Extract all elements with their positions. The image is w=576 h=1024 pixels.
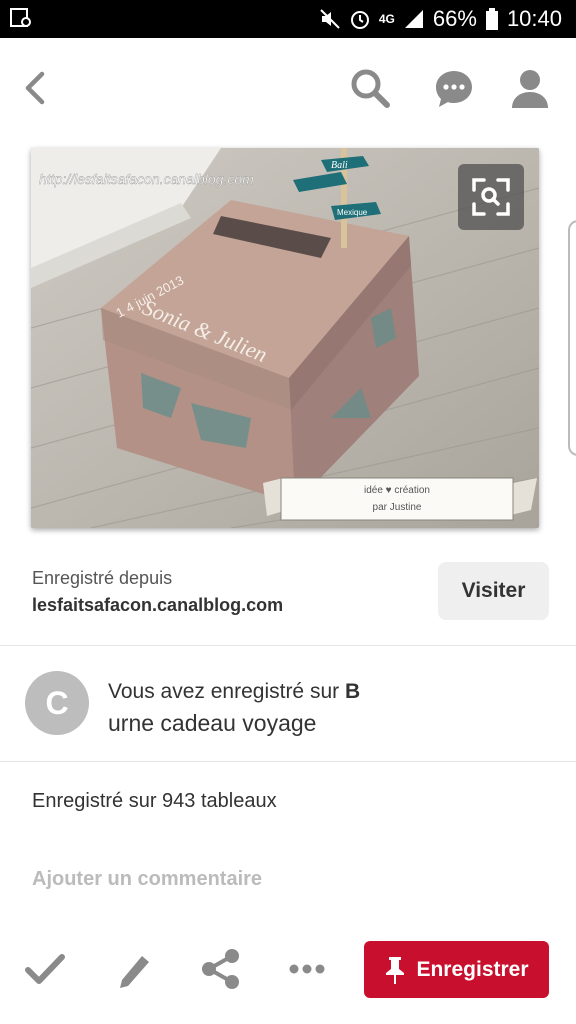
save-button-label: Enregistrer [416,957,529,981]
signal-icon [404,10,423,28]
visual-search-button[interactable] [458,164,524,230]
check-icon[interactable] [24,948,66,990]
pin-icon [386,956,405,984]
visit-button[interactable]: Visiter [438,562,549,620]
saved-to-board-text: Vous avez enregistré sur B [108,680,360,704]
clock: 10:40 [506,6,562,31]
banner-line1: idée ♥ création [364,485,430,496]
search-icon[interactable] [348,66,392,110]
share-icon[interactable] [200,948,242,990]
board-initial[interactable]: B [345,680,360,703]
battery-percent: 66% [432,6,477,31]
add-comment-input[interactable]: Ajouter un commentaire [32,868,262,891]
board-name[interactable]: urne cadeau voyage [108,710,316,737]
alarm-icon [350,11,369,29]
chat-icon[interactable] [432,66,476,110]
saved-count[interactable]: Enregistré sur 943 tableaux [32,790,277,813]
watermark-text: http://lesfaitsafacon.canalblog.com [39,171,254,187]
divider [0,761,576,762]
next-pin-peek[interactable] [568,220,576,456]
source-site-link[interactable]: lesfaitsafacon.canalblog.com [32,595,283,616]
sign-top-label: Bali [331,160,348,171]
screenshot-notification-icon [10,8,31,27]
mute-icon [320,9,340,29]
sign-bottom-label: Mexique [337,208,368,217]
avatar[interactable]: C [25,671,89,735]
save-button[interactable]: Enregistrer [364,941,549,998]
status-bar: 4G 66% 10:40 [0,0,576,38]
edit-icon[interactable] [114,948,156,990]
banner-line2: par Justine [373,502,422,513]
back-icon[interactable] [20,68,54,108]
visual-search-icon [472,178,510,216]
saved-prefix: Vous avez enregistré sur [108,680,345,703]
top-nav [0,38,576,138]
network-type: 4G [378,12,395,26]
source-label: Enregistré depuis [32,568,173,588]
battery-icon [485,8,498,30]
profile-icon[interactable] [508,66,552,110]
source-info: Enregistré depuis lesfaitsafacon.canalbl… [32,568,283,616]
more-icon[interactable] [286,948,328,990]
divider [0,645,576,646]
